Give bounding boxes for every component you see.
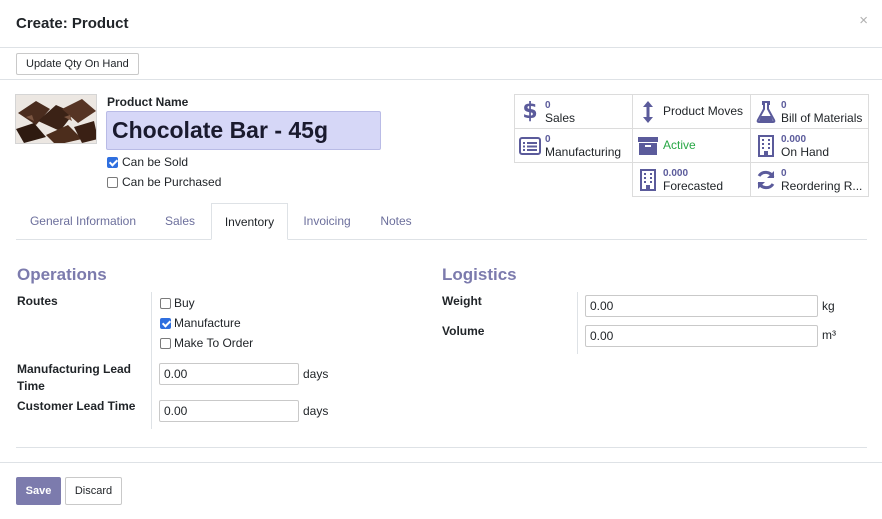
- building-icon: [751, 134, 781, 157]
- volume-input[interactable]: 0.00: [585, 325, 818, 347]
- close-icon[interactable]: ×: [859, 12, 868, 29]
- weight-unit: kg: [822, 299, 835, 313]
- modal-header: Create: Product ×: [0, 0, 882, 48]
- forecasted-count: 0.000: [663, 167, 689, 179]
- routes-label: Routes: [17, 294, 58, 308]
- smart-buttons: $ 0 Sales Product Moves 0 Bill of Materi…: [514, 94, 869, 200]
- operations-title: Operations: [17, 265, 107, 284]
- can-be-purchased-checkbox[interactable]: [107, 176, 118, 188]
- route-make-to-order-label: Make To Order: [174, 336, 254, 350]
- route-manufacture-checkbox[interactable]: [160, 317, 171, 329]
- section-divider: [16, 447, 867, 448]
- manufacturing-count: 0: [545, 133, 551, 145]
- save-button[interactable]: Save: [16, 477, 61, 505]
- manufacturing-label: Manufacturing: [545, 144, 622, 159]
- building-icon: [633, 168, 663, 191]
- bom-count: 0: [781, 99, 787, 111]
- customer-lead-time-input[interactable]: 0.00: [159, 400, 299, 422]
- sales-count: 0: [545, 99, 551, 111]
- dollar-icon: $: [522, 99, 538, 124]
- route-buy[interactable]: Buy: [160, 296, 195, 310]
- customer-lead-time-label: Customer Lead Time: [17, 399, 136, 413]
- manufacturing-lead-time-unit: days: [303, 367, 329, 381]
- on-hand-smart-button[interactable]: 0.000 On Hand: [750, 128, 869, 163]
- chocolate-image: [16, 95, 96, 143]
- tab-sales[interactable]: Sales: [150, 203, 210, 240]
- bom-label: Bill of Materials: [781, 110, 863, 125]
- active-toggle-button[interactable]: Active: [632, 128, 751, 163]
- can-be-sold-label: Can be Sold: [122, 155, 189, 169]
- form-statusbar: Update Qty On Hand: [0, 48, 882, 80]
- on-hand-label: On Hand: [781, 144, 830, 159]
- tab-notes[interactable]: Notes: [366, 203, 426, 240]
- manufacturing-smart-button[interactable]: 0 Manufacturing: [514, 128, 633, 163]
- volume-unit: m³: [822, 328, 836, 342]
- discard-button[interactable]: Discard: [65, 477, 122, 505]
- route-buy-checkbox[interactable]: [160, 297, 171, 309]
- route-make-to-order[interactable]: Make To Order: [160, 336, 253, 350]
- product-name-input[interactable]: Chocolate Bar - 45g: [106, 111, 381, 150]
- route-make-to-order-checkbox[interactable]: [160, 337, 171, 349]
- product-name-label: Product Name: [107, 95, 189, 109]
- notebook-tabs: General Information Sales Inventory Invo…: [16, 203, 867, 240]
- sales-smart-button[interactable]: $ 0 Sales: [514, 94, 633, 129]
- footer-divider: [0, 462, 882, 463]
- can-be-sold-row[interactable]: Can be Sold: [107, 155, 188, 169]
- active-label: Active: [663, 138, 696, 152]
- sales-label: Sales: [545, 110, 576, 125]
- can-be-purchased-label: Can be Purchased: [122, 175, 222, 189]
- arrows-vertical-icon: [633, 100, 663, 124]
- forecasted-label: Forecasted: [663, 178, 724, 193]
- modal-title: Create: Product: [16, 15, 129, 32]
- list-alt-icon: [515, 136, 545, 155]
- refresh-icon: [751, 169, 781, 191]
- weight-input[interactable]: 0.00: [585, 295, 818, 317]
- operations-divider: [151, 292, 152, 429]
- customer-lead-time-unit: days: [303, 404, 329, 418]
- manufacturing-lead-time-input[interactable]: 0.00: [159, 363, 299, 385]
- archive-icon: [633, 136, 663, 156]
- product-moves-label: Product Moves: [663, 104, 744, 118]
- on-hand-count: 0.000: [781, 133, 807, 145]
- tab-general-information[interactable]: General Information: [16, 203, 150, 240]
- tab-invoicing[interactable]: Invoicing: [292, 203, 362, 240]
- reordering-label: Reordering R...: [781, 178, 863, 193]
- tab-inventory[interactable]: Inventory: [211, 203, 288, 240]
- product-image[interactable]: [15, 94, 97, 144]
- route-manufacture[interactable]: Manufacture: [160, 316, 241, 330]
- forecasted-smart-button[interactable]: 0.000 Forecasted: [632, 162, 751, 197]
- update-qty-on-hand-button[interactable]: Update Qty On Hand: [16, 53, 139, 75]
- logistics-title: Logistics: [442, 265, 517, 284]
- bom-smart-button[interactable]: 0 Bill of Materials: [750, 94, 869, 129]
- manufacturing-lead-time-label: Manufacturing Lead Time: [17, 362, 132, 393]
- flask-icon: [751, 100, 781, 123]
- route-manufacture-label: Manufacture: [174, 316, 241, 330]
- route-buy-label: Buy: [174, 296, 195, 310]
- logistics-divider: [577, 292, 578, 354]
- reordering-rules-smart-button[interactable]: 0 Reordering R...: [750, 162, 869, 197]
- volume-label: Volume: [442, 324, 485, 338]
- reordering-count: 0: [781, 167, 787, 179]
- can-be-sold-checkbox[interactable]: [107, 156, 118, 168]
- can-be-purchased-row[interactable]: Can be Purchased: [107, 175, 221, 189]
- weight-label: Weight: [442, 294, 482, 308]
- product-moves-smart-button[interactable]: Product Moves: [632, 94, 751, 129]
